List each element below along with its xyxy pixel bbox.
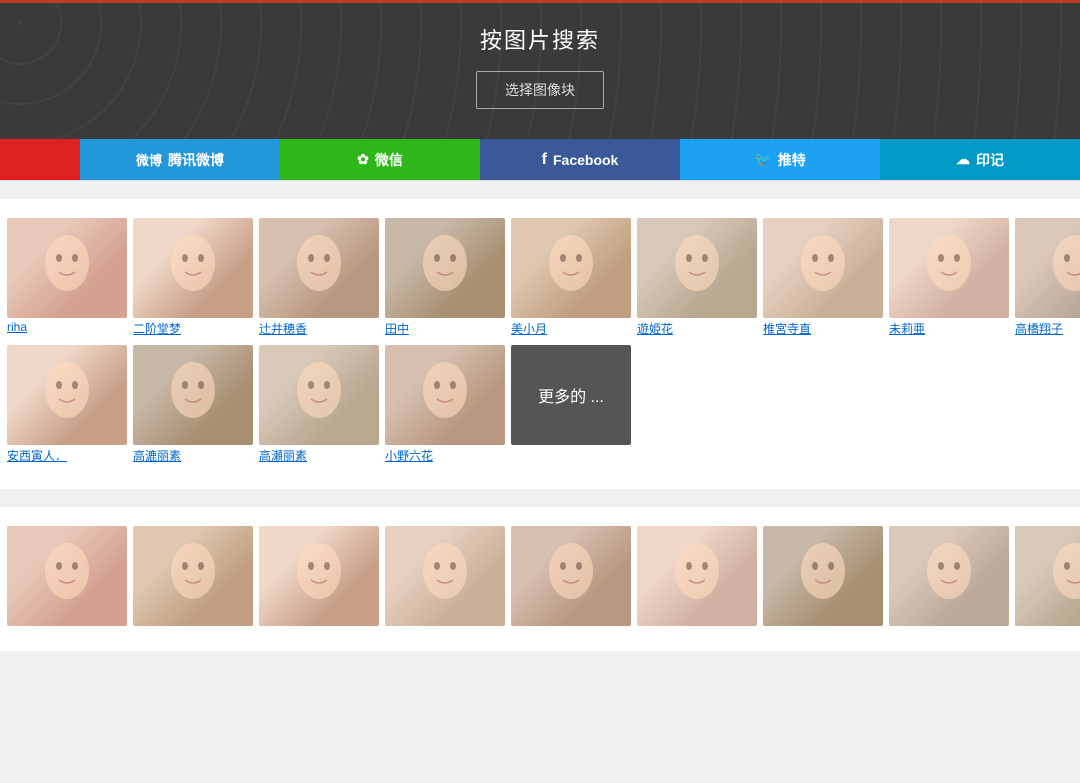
gallery-item[interactable] [385, 526, 505, 626]
share-weibo-red[interactable] [0, 139, 80, 180]
gallery-item[interactable] [889, 526, 1009, 626]
share-wechat[interactable]: ✿ 微信 [280, 139, 480, 180]
facebook-icon: f [542, 151, 547, 169]
share-twitter[interactable]: 🐦 推特 [680, 139, 880, 180]
gallery-item[interactable]: 二阶堂梦 [133, 218, 253, 337]
gallery-item[interactable]: 未莉亜 [889, 218, 1009, 337]
gallery-item[interactable] [637, 526, 757, 626]
gallery-item[interactable]: 椎宮寺直 [763, 218, 883, 337]
hatena-label: 印记 [976, 150, 1004, 170]
gallery-item[interactable] [133, 526, 253, 626]
gallery-item-label[interactable]: 辻井穂香 [259, 320, 379, 337]
share-facebook[interactable]: f Facebook [480, 139, 680, 180]
gallery-item[interactable]: 高漉丽素 [133, 345, 253, 464]
twitter-label: 推特 [778, 150, 806, 170]
weibo-icon: 微博 [136, 150, 162, 169]
gallery-item-label[interactable]: 椎宮寺直 [763, 320, 883, 337]
gallery-item-label[interactable]: 安西寅人． [7, 447, 127, 464]
gallery-section-1: riha 二阶堂梦 辻井穂香 田中 [0, 199, 1080, 489]
twitter-icon: 🐦 [754, 151, 771, 168]
gallery-item-label[interactable]: 田中 [385, 320, 505, 337]
gallery-grid-2 [0, 523, 1080, 631]
share-weibo-blue[interactable]: 微博 腾讯微博 [80, 139, 280, 180]
gallery-item-label[interactable]: 高橋翔子 [1015, 320, 1080, 337]
gallery-item-label[interactable]: 美小月 [511, 320, 631, 337]
gallery-item[interactable] [1015, 526, 1080, 626]
gallery-item[interactable]: 遊姫花 [637, 218, 757, 337]
gallery-item-label[interactable]: 二阶堂梦 [133, 320, 253, 337]
select-image-button[interactable]: 选择图像块 [476, 71, 604, 109]
facebook-label: Facebook [553, 152, 618, 168]
gallery-item[interactable]: 辻井穂香 [259, 218, 379, 337]
more-box[interactable]: 更多的 ... [511, 345, 631, 445]
gallery-item[interactable] [763, 526, 883, 626]
header-title: 按图片搜索 [0, 23, 1080, 55]
gallery-item[interactable] [7, 526, 127, 626]
wechat-label: 微信 [375, 150, 403, 170]
gallery-item[interactable]: 小野六花 [385, 345, 505, 464]
gallery-item-label[interactable]: 高瀬丽素 [259, 447, 379, 464]
gallery-grid-1: riha 二阶堂梦 辻井穂香 田中 [0, 215, 1080, 469]
share-bar: 微博 腾讯微博 ✿ 微信 f Facebook 🐦 推特 ☁ 印记 [0, 139, 1080, 181]
gallery-item-label[interactable]: 高漉丽素 [133, 447, 253, 464]
gallery-item[interactable]: 田中 [385, 218, 505, 337]
gallery-item[interactable]: 安西寅人． [7, 345, 127, 464]
gallery-item[interactable]: 美小月 [511, 218, 631, 337]
gallery-item-label[interactable]: riha [7, 320, 127, 334]
gallery-section-2 [0, 507, 1080, 651]
gallery-item[interactable]: 高瀬丽素 [259, 345, 379, 464]
gallery-item[interactable]: 更多的 ... [511, 345, 631, 464]
hatena-icon: ☁ [956, 151, 970, 168]
weibo-label: 腾讯微博 [168, 150, 224, 170]
share-hatena[interactable]: ☁ 印记 [880, 139, 1080, 180]
gallery-item[interactable]: 高橋翔子 [1015, 218, 1080, 337]
wechat-icon: ✿ [357, 151, 369, 168]
gallery-item-label[interactable]: 遊姫花 [637, 320, 757, 337]
header-section: 按图片搜索 选择图像块 [0, 0, 1080, 139]
gallery-item-label[interactable]: 小野六花 [385, 447, 505, 464]
gallery-item[interactable] [511, 526, 631, 626]
gallery-item[interactable]: riha [7, 218, 127, 337]
gallery-item-label[interactable]: 未莉亜 [889, 320, 1009, 337]
gallery-item[interactable] [259, 526, 379, 626]
